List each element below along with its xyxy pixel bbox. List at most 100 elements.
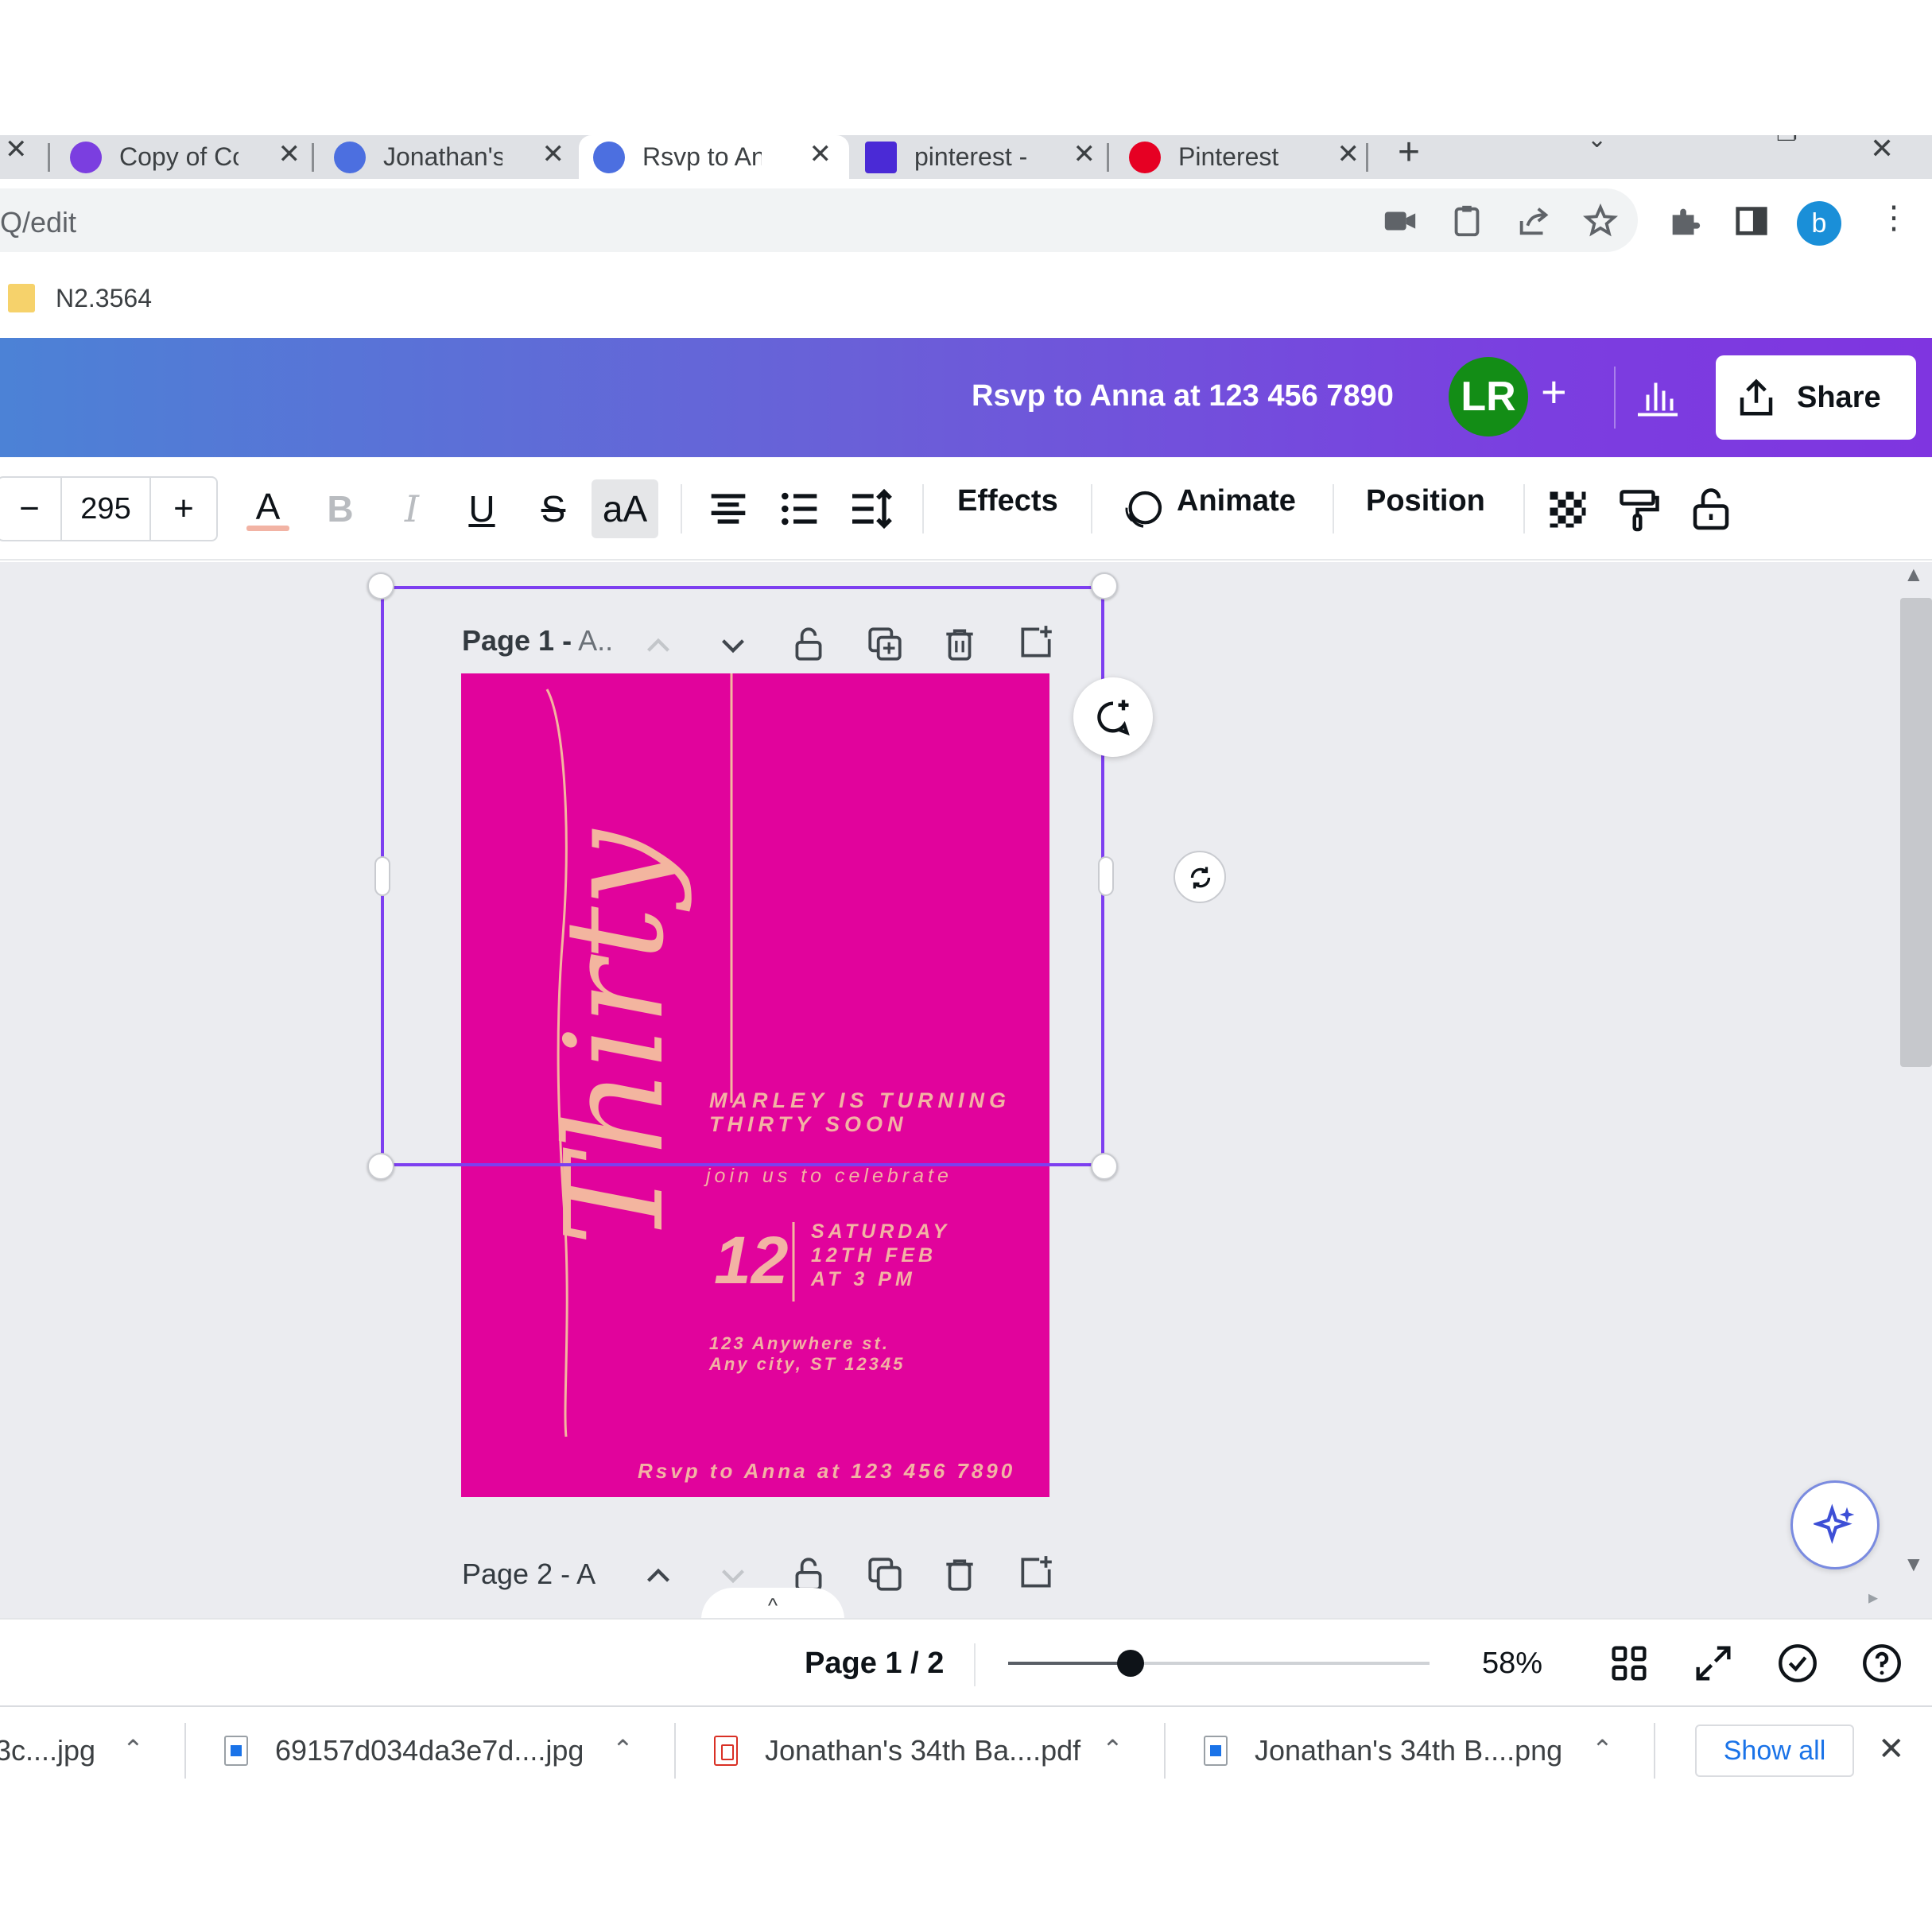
share-page-icon[interactable] <box>1515 203 1552 239</box>
download-item[interactable]: Jonathan's 34th B....png <box>1204 1707 1562 1794</box>
rotate-button[interactable] <box>1174 851 1226 903</box>
tab-close-icon[interactable]: ✕ <box>1337 138 1360 170</box>
chevron-up-icon[interactable]: ⌃ <box>1102 1734 1123 1764</box>
window-close-icon[interactable]: ✕ <box>1870 135 1894 165</box>
day-number-text[interactable]: 12 <box>714 1222 788 1299</box>
date-line-2[interactable]: 12TH FEB <box>811 1244 937 1267</box>
font-size-input[interactable]: 295 <box>62 478 149 540</box>
magic-assistant-button[interactable] <box>1790 1480 1880 1569</box>
strikethrough-button[interactable]: S <box>531 479 576 538</box>
tab-pinterest[interactable]: Pinterest ✕ <box>1115 135 1377 179</box>
text-color-button[interactable]: A <box>243 479 293 538</box>
page-2-title[interactable]: Page 2 - A <box>462 1558 596 1591</box>
position-button[interactable]: Position <box>1366 484 1485 518</box>
increase-font-size-button[interactable]: + <box>149 478 216 540</box>
comment-button[interactable] <box>1073 677 1153 757</box>
underline-button[interactable]: U <box>460 479 504 538</box>
scroll-right-arrow-icon[interactable]: ▸ <box>1868 1586 1878 1609</box>
show-pages-toggle[interactable]: ^ <box>701 1588 844 1618</box>
collaborator-avatar[interactable]: LR <box>1449 357 1528 436</box>
url-text[interactable]: Q/edit <box>0 206 76 239</box>
grid-view-icon[interactable] <box>1606 1640 1652 1686</box>
download-item[interactable]: 3c....jpg <box>0 1707 95 1794</box>
address-line-1[interactable]: 123 Anywhere st. <box>709 1333 890 1354</box>
resize-handle-bottom-right[interactable] <box>1091 1153 1118 1180</box>
download-item[interactable]: Jonathan's 34th Ba....pdf <box>714 1707 1080 1794</box>
tab-close-icon[interactable]: ✕ <box>1073 138 1096 170</box>
bulleted-list-icon[interactable] <box>774 479 825 538</box>
align-center-icon[interactable] <box>703 479 754 538</box>
resize-handle-top-right[interactable] <box>1091 572 1118 599</box>
move-page-up-icon[interactable] <box>638 1556 678 1596</box>
bold-button[interactable]: B <box>318 479 363 538</box>
add-page-icon[interactable] <box>1016 1553 1056 1593</box>
fullscreen-icon[interactable] <box>1690 1640 1736 1686</box>
rsvp-text[interactable]: Rsvp to Anna at 123 456 7890 <box>638 1459 1015 1484</box>
clipboard-icon[interactable] <box>1449 203 1485 239</box>
resize-handle-top-left[interactable] <box>367 572 394 599</box>
zoom-slider[interactable] <box>1008 1662 1430 1665</box>
unlocked-icon[interactable] <box>1687 484 1735 532</box>
camera-icon[interactable] <box>1382 203 1418 239</box>
tab-pinterest-search[interactable]: pinterest - ✕ <box>851 135 1113 179</box>
page-indicator[interactable]: Page 1 / 2 <box>805 1647 944 1681</box>
add-collaborator-button[interactable]: + <box>1541 368 1567 416</box>
new-tab-icon[interactable]: + <box>1398 135 1420 174</box>
document-title[interactable]: Rsvp to Anna at 123 456 7890 <box>972 379 1394 413</box>
download-item[interactable]: 69157d034da3e7d....jpg <box>224 1707 584 1794</box>
tab-copy-of[interactable]: Copy of Co ✕ <box>56 135 318 179</box>
profile-avatar[interactable]: b <box>1797 201 1841 246</box>
tab-title: Pinterest <box>1178 142 1279 171</box>
close-downloads-icon[interactable]: ✕ <box>1878 1731 1905 1767</box>
browser-menu-icon[interactable]: ⋮ <box>1878 200 1910 236</box>
tab-close-icon[interactable]: ✕ <box>5 135 28 165</box>
zoom-percentage[interactable]: 58% <box>1482 1647 1542 1681</box>
chevron-up-icon[interactable]: ⌃ <box>1592 1734 1613 1764</box>
pinterest-favicon-icon <box>1129 141 1161 173</box>
resize-handle-right[interactable] <box>1098 856 1114 896</box>
italic-button[interactable]: I <box>390 479 434 538</box>
tab-close-icon[interactable]: ✕ <box>809 138 832 170</box>
header-divider <box>1614 367 1616 429</box>
rotate-icon <box>1190 867 1211 889</box>
tab-rsvp-active[interactable]: Rsvp to An ✕ <box>579 135 849 179</box>
chevron-up-icon[interactable]: ⌃ <box>612 1734 634 1764</box>
restore-window-icon[interactable]: ❐ <box>1776 135 1798 147</box>
bookmark-star-icon[interactable] <box>1582 203 1619 239</box>
invite-text[interactable]: join us to celebrate <box>706 1165 952 1188</box>
effects-button[interactable]: Effects <box>957 484 1058 518</box>
bookmark-item[interactable]: N2.3564 <box>56 284 152 313</box>
insights-chart-icon[interactable] <box>1634 373 1682 421</box>
tab-close-icon[interactable]: ✕ <box>542 138 565 170</box>
resize-handle-left[interactable] <box>374 856 390 896</box>
share-button[interactable]: Share <box>1716 355 1916 440</box>
date-line-3[interactable]: AT 3 PM <box>811 1268 916 1291</box>
tab-close-icon[interactable]: ✕ <box>278 138 301 170</box>
show-all-downloads-button[interactable]: Show all <box>1695 1724 1854 1777</box>
address-line-2[interactable]: Any city, ST 12345 <box>709 1354 905 1375</box>
scroll-up-arrow-icon[interactable]: ▲ <box>1903 562 1924 587</box>
tab-search-icon[interactable]: ⌄ <box>1587 135 1607 153</box>
tab-jonathans[interactable]: Jonathan's ✕ <box>320 135 582 179</box>
duplicate-page-icon[interactable] <box>865 1554 905 1594</box>
download-file-name: 3c....jpg <box>0 1734 96 1767</box>
scroll-down-arrow-icon[interactable]: ▼ <box>1903 1552 1924 1577</box>
zoom-slider-thumb[interactable] <box>1116 1650 1144 1677</box>
check-circle-icon[interactable] <box>1775 1640 1821 1686</box>
delete-page-icon[interactable] <box>940 1554 980 1594</box>
chevron-up-icon[interactable]: ⌃ <box>122 1734 144 1764</box>
paint-roller-icon[interactable] <box>1616 486 1663 533</box>
letter-case-button[interactable]: aA <box>592 479 658 538</box>
help-icon[interactable] <box>1859 1640 1905 1686</box>
side-panel-icon[interactable] <box>1733 203 1770 239</box>
animate-icon[interactable] <box>1121 487 1166 532</box>
resize-handle-bottom-left[interactable] <box>367 1153 394 1180</box>
design-canvas-area[interactable]: ▲ ▼ ▸ Page 1 - A.. Thirty MARLEY IS TURN… <box>0 562 1932 1618</box>
extensions-puzzle-icon[interactable] <box>1666 203 1703 239</box>
line-spacing-icon[interactable] <box>846 479 897 538</box>
scrollbar-thumb[interactable] <box>1900 598 1932 1067</box>
transparency-icon[interactable] <box>1544 486 1592 533</box>
decrease-font-size-button[interactable]: − <box>0 478 62 540</box>
animate-button[interactable]: Animate <box>1177 484 1296 518</box>
date-line-1[interactable]: SATURDAY <box>811 1220 950 1243</box>
